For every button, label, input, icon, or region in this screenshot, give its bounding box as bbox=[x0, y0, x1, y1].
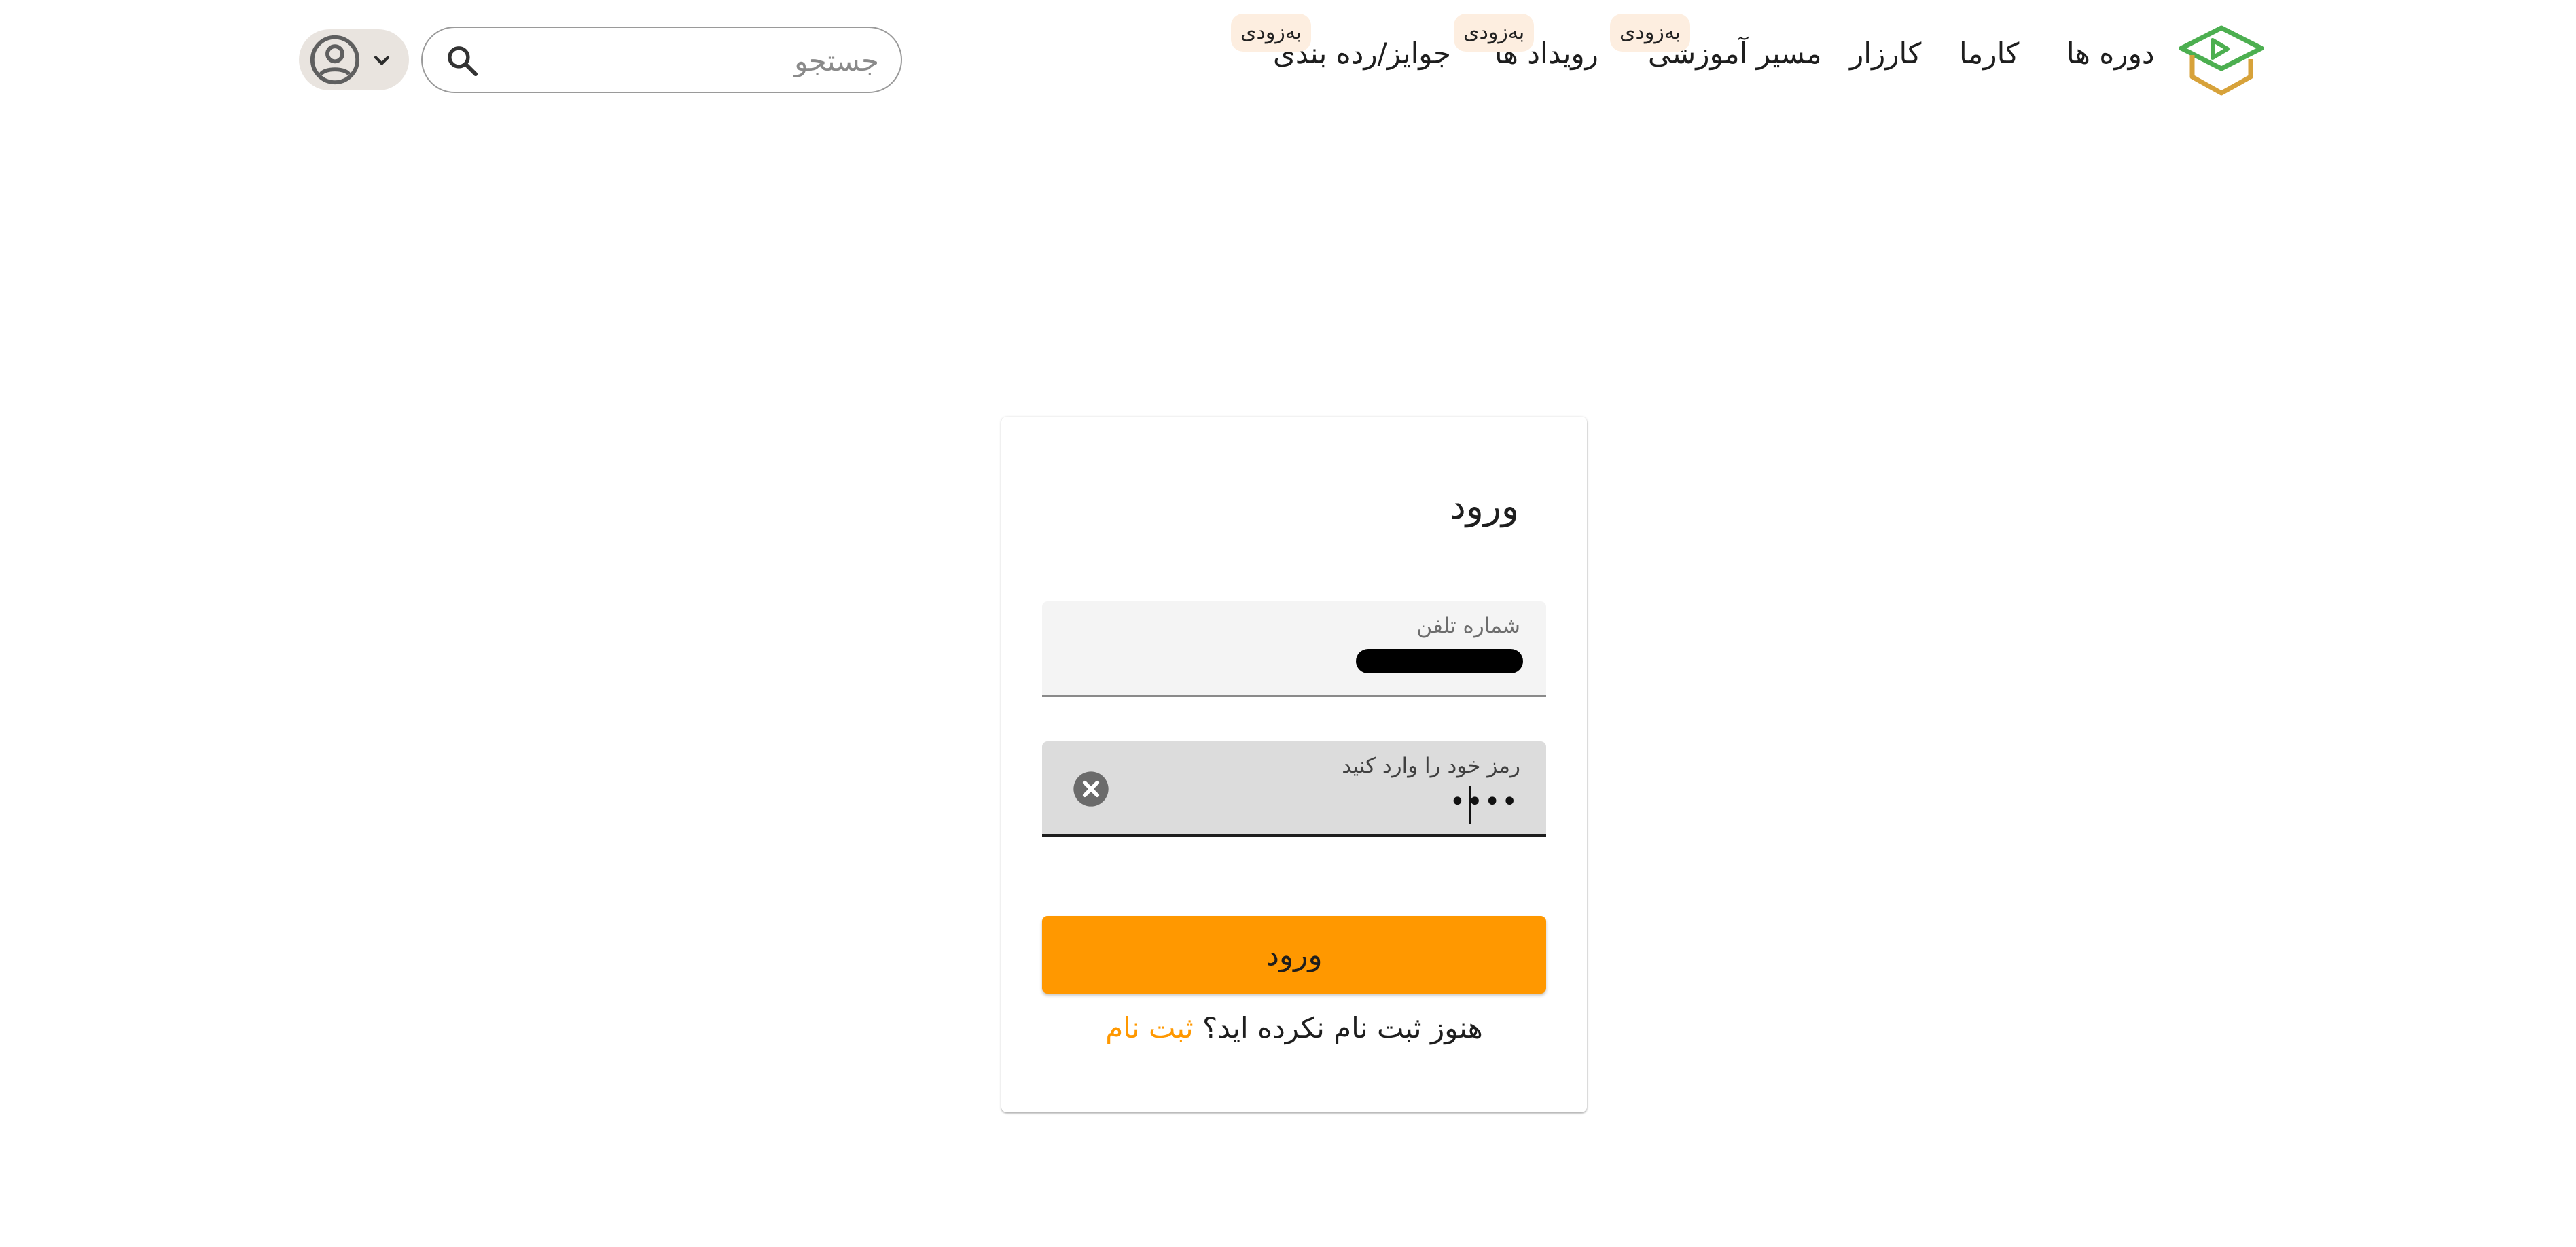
login-button[interactable]: ورود bbox=[1042, 916, 1546, 994]
text-cursor bbox=[1469, 786, 1471, 824]
coming-soon-badge: به‌زودی bbox=[1231, 14, 1312, 52]
chevron-down-icon bbox=[374, 56, 390, 65]
signup-row: هنوز ثبت نام نکرده اید؟ ثبت نام bbox=[1001, 1011, 1587, 1044]
site-logo[interactable] bbox=[2177, 24, 2266, 99]
account-circle-icon bbox=[310, 35, 360, 85]
user-menu-button[interactable] bbox=[299, 29, 409, 90]
login-card: ورود شماره تلفن رمز خود را وارد کنید •••… bbox=[1001, 417, 1587, 1112]
redacted-phone-value bbox=[1356, 649, 1523, 673]
password-field-label: رمز خود را وارد کنید bbox=[1342, 754, 1520, 778]
nav-item-karzar[interactable]: کارزار bbox=[1850, 37, 1921, 70]
search-icon[interactable] bbox=[444, 43, 481, 80]
search-input[interactable] bbox=[497, 36, 880, 85]
login-title: ورود bbox=[1449, 485, 1519, 527]
search-box bbox=[421, 27, 902, 93]
nav-item-courses[interactable]: دوره ها bbox=[2067, 37, 2155, 70]
signup-prompt: هنوز ثبت نام نکرده اید؟ bbox=[1202, 1011, 1483, 1044]
coming-soon-badge: به‌زودی bbox=[1610, 14, 1691, 52]
phone-field[interactable]: شماره تلفن bbox=[1042, 601, 1546, 697]
password-value: •••• bbox=[1449, 786, 1519, 818]
top-navbar: دوره ها کارما کارزار مسیر آموزشی رویداد … bbox=[0, 0, 2576, 122]
coming-soon-badge: به‌زودی bbox=[1454, 14, 1535, 52]
graduation-cap-logo-icon bbox=[2179, 25, 2264, 96]
signup-link[interactable]: ثبت نام bbox=[1105, 1011, 1193, 1044]
password-field[interactable]: رمز خود را وارد کنید •••• bbox=[1042, 741, 1546, 837]
phone-field-label: شماره تلفن bbox=[1416, 614, 1520, 638]
nav-item-karma[interactable]: کارما bbox=[1959, 37, 2019, 70]
clear-icon[interactable] bbox=[1072, 770, 1110, 808]
